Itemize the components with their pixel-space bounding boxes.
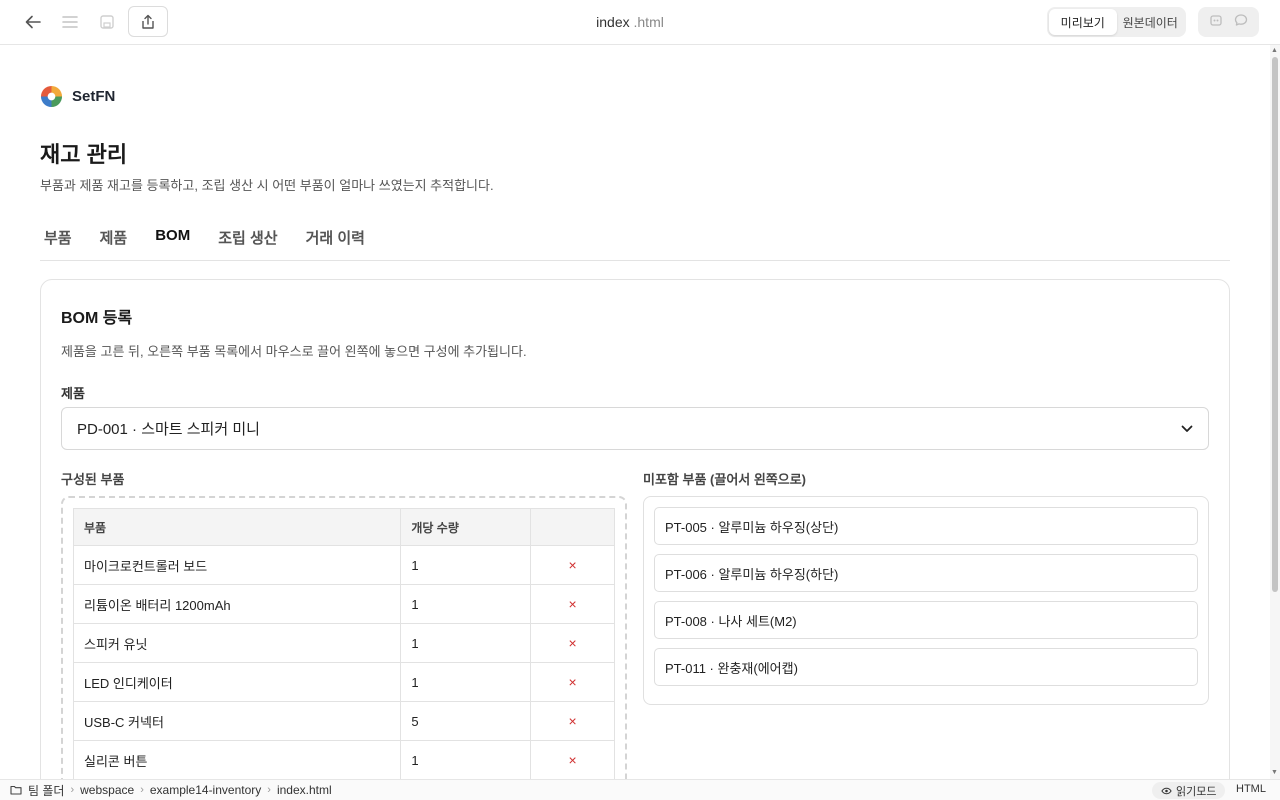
product-select[interactable]: PD-001 · 스마트 스피커 미니 bbox=[61, 407, 1209, 450]
breadcrumb-item[interactable]: example14-inventory bbox=[150, 783, 261, 797]
status-bar: 팀 폴더 › webspace › example14-inventory › … bbox=[0, 779, 1280, 800]
source-toggle-button[interactable]: 원본데이터 bbox=[1117, 9, 1185, 35]
tab-assembly[interactable]: 조립 생산 bbox=[214, 225, 281, 260]
draggable-part-item[interactable]: PT-005 · 알루미늄 하우징(상단) bbox=[654, 507, 1198, 545]
filename-extension: .html bbox=[633, 14, 664, 30]
product-field-label: 제품 bbox=[61, 386, 85, 401]
qty-cell[interactable]: 1 bbox=[400, 662, 532, 702]
part-name-cell: 리튬이온 배터리 1200mAh bbox=[72, 584, 402, 624]
breadcrumb-item[interactable]: index.html bbox=[277, 783, 332, 797]
remove-button[interactable]: × bbox=[530, 662, 615, 702]
page-subtitle: 부품과 제품 재고를 등록하고, 조립 생산 시 어떤 부품이 얼마나 쓰였는지… bbox=[40, 178, 494, 193]
bom-card-description: 제품을 고른 뒤, 오른쪽 부품 목록에서 마우스로 끌어 왼쪽에 놓으면 구성… bbox=[61, 344, 527, 359]
breadcrumb: 팀 폴더 › webspace › example14-inventory › … bbox=[28, 782, 332, 799]
draggable-part-item[interactable]: PT-008 · 나사 세트(M2) bbox=[654, 601, 1198, 639]
configured-parts-dropzone[interactable]: 부품 개당 수량 마이크로컨트롤러 보드 1 × 리튬이온 배터리 1200mA… bbox=[61, 496, 627, 779]
table-row: USB-C 커넥터 5 × bbox=[72, 701, 615, 741]
part-name-cell: 스피커 유닛 bbox=[72, 623, 402, 663]
remove-button[interactable]: × bbox=[530, 584, 615, 624]
qty-column-header: 개당 수량 bbox=[400, 508, 532, 546]
table-header-row: 부품 개당 수량 bbox=[72, 508, 615, 546]
part-name-cell: 마이크로컨트롤러 보드 bbox=[72, 545, 402, 585]
read-mode-label: 읽기모드 bbox=[1176, 785, 1217, 798]
scroll-down-arrow-icon[interactable]: ▼ bbox=[1271, 769, 1278, 776]
table-row: 실리콘 버튼 1 × bbox=[72, 740, 615, 779]
page-title: 재고 관리 bbox=[40, 142, 128, 167]
top-toolbar: index .html 미리보기 원본데이터 bbox=[0, 0, 1280, 45]
draggable-part-item[interactable]: PT-006 · 알루미늄 하우징(하단) bbox=[654, 554, 1198, 592]
part-name-cell: 실리콘 버튼 bbox=[72, 740, 402, 779]
qty-cell[interactable]: 5 bbox=[400, 701, 532, 741]
remove-button[interactable]: × bbox=[530, 623, 615, 663]
setfn-logo-icon bbox=[40, 85, 63, 108]
page-content: SetFN 재고 관리 부품과 제품 재고를 등록하고, 조립 생산 시 어떤 … bbox=[0, 45, 1270, 779]
remove-button[interactable]: × bbox=[530, 740, 615, 779]
right-action-group bbox=[1198, 7, 1259, 37]
remove-button[interactable]: × bbox=[530, 701, 615, 741]
tab-bar: 부품 제품 BOM 조립 생산 거래 이력 bbox=[40, 225, 1230, 261]
chat-icon[interactable] bbox=[1234, 13, 1248, 32]
breadcrumb-separator-icon: › bbox=[267, 784, 271, 796]
qty-cell[interactable]: 1 bbox=[400, 740, 532, 779]
draggable-part-item[interactable]: PT-011 · 완충재(에어캡) bbox=[654, 648, 1198, 686]
table-row: LED 인디케이터 1 × bbox=[72, 662, 615, 702]
tab-parts[interactable]: 부품 bbox=[40, 225, 76, 260]
breadcrumb-item[interactable]: webspace bbox=[80, 783, 134, 797]
table-row: 리튬이온 배터리 1200mAh 1 × bbox=[72, 584, 615, 624]
product-select-value: PD-001 · 스마트 스피커 미니 bbox=[77, 421, 260, 438]
folder-icon bbox=[10, 785, 22, 795]
tab-transactions[interactable]: 거래 이력 bbox=[302, 225, 369, 260]
breadcrumb-separator-icon: › bbox=[140, 784, 144, 796]
qty-cell[interactable]: 1 bbox=[400, 584, 532, 624]
read-mode-button[interactable]: 읽기모드 bbox=[1152, 782, 1226, 799]
part-name-cell: LED 인디케이터 bbox=[72, 662, 402, 702]
brand-name: SetFN bbox=[72, 88, 116, 105]
breadcrumb-separator-icon: › bbox=[70, 784, 75, 796]
chevron-down-icon bbox=[1181, 425, 1193, 432]
scroll-thumb[interactable] bbox=[1272, 57, 1278, 592]
part-column-header: 부품 bbox=[72, 508, 402, 546]
view-toggle: 미리보기 원본데이터 bbox=[1047, 7, 1186, 37]
remove-button[interactable]: × bbox=[530, 545, 615, 585]
tab-products[interactable]: 제품 bbox=[96, 225, 132, 260]
configured-parts-label: 구성된 부품 bbox=[61, 472, 125, 487]
qty-cell[interactable]: 1 bbox=[400, 545, 532, 585]
robot-icon[interactable] bbox=[1209, 13, 1223, 32]
vertical-scrollbar[interactable]: ▲ ▼ bbox=[1270, 45, 1280, 779]
part-name-cell: USB-C 커넥터 bbox=[72, 701, 402, 741]
table-row: 마이크로컨트롤러 보드 1 × bbox=[72, 545, 615, 585]
configured-parts-table: 부품 개당 수량 마이크로컨트롤러 보드 1 × 리튬이온 배터리 1200mA… bbox=[72, 508, 615, 779]
action-column-header bbox=[530, 508, 615, 546]
bom-card: BOM 등록 제품을 고른 뒤, 오른쪽 부품 목록에서 마우스로 끌어 왼쪽에… bbox=[40, 279, 1230, 779]
available-parts-label: 미포함 부품 (끌어서 왼쪽으로) bbox=[643, 472, 807, 487]
scroll-up-arrow-icon[interactable]: ▲ bbox=[1271, 47, 1278, 54]
filename-base: index bbox=[596, 14, 630, 30]
eye-icon bbox=[1161, 787, 1172, 794]
tab-bom[interactable]: BOM bbox=[151, 225, 194, 260]
preview-toggle-button[interactable]: 미리보기 bbox=[1049, 9, 1117, 35]
qty-cell[interactable]: 1 bbox=[400, 623, 532, 663]
breadcrumb-item[interactable]: 팀 폴더 bbox=[28, 782, 64, 799]
file-type-label: HTML bbox=[1236, 783, 1266, 795]
bom-card-title: BOM 등록 bbox=[61, 310, 133, 327]
available-parts-list: PT-005 · 알루미늄 하우징(상단) PT-006 · 알루미늄 하우징(… bbox=[643, 496, 1209, 705]
brand-logo[interactable]: SetFN bbox=[40, 85, 115, 108]
table-row: 스피커 유닛 1 × bbox=[72, 623, 615, 663]
